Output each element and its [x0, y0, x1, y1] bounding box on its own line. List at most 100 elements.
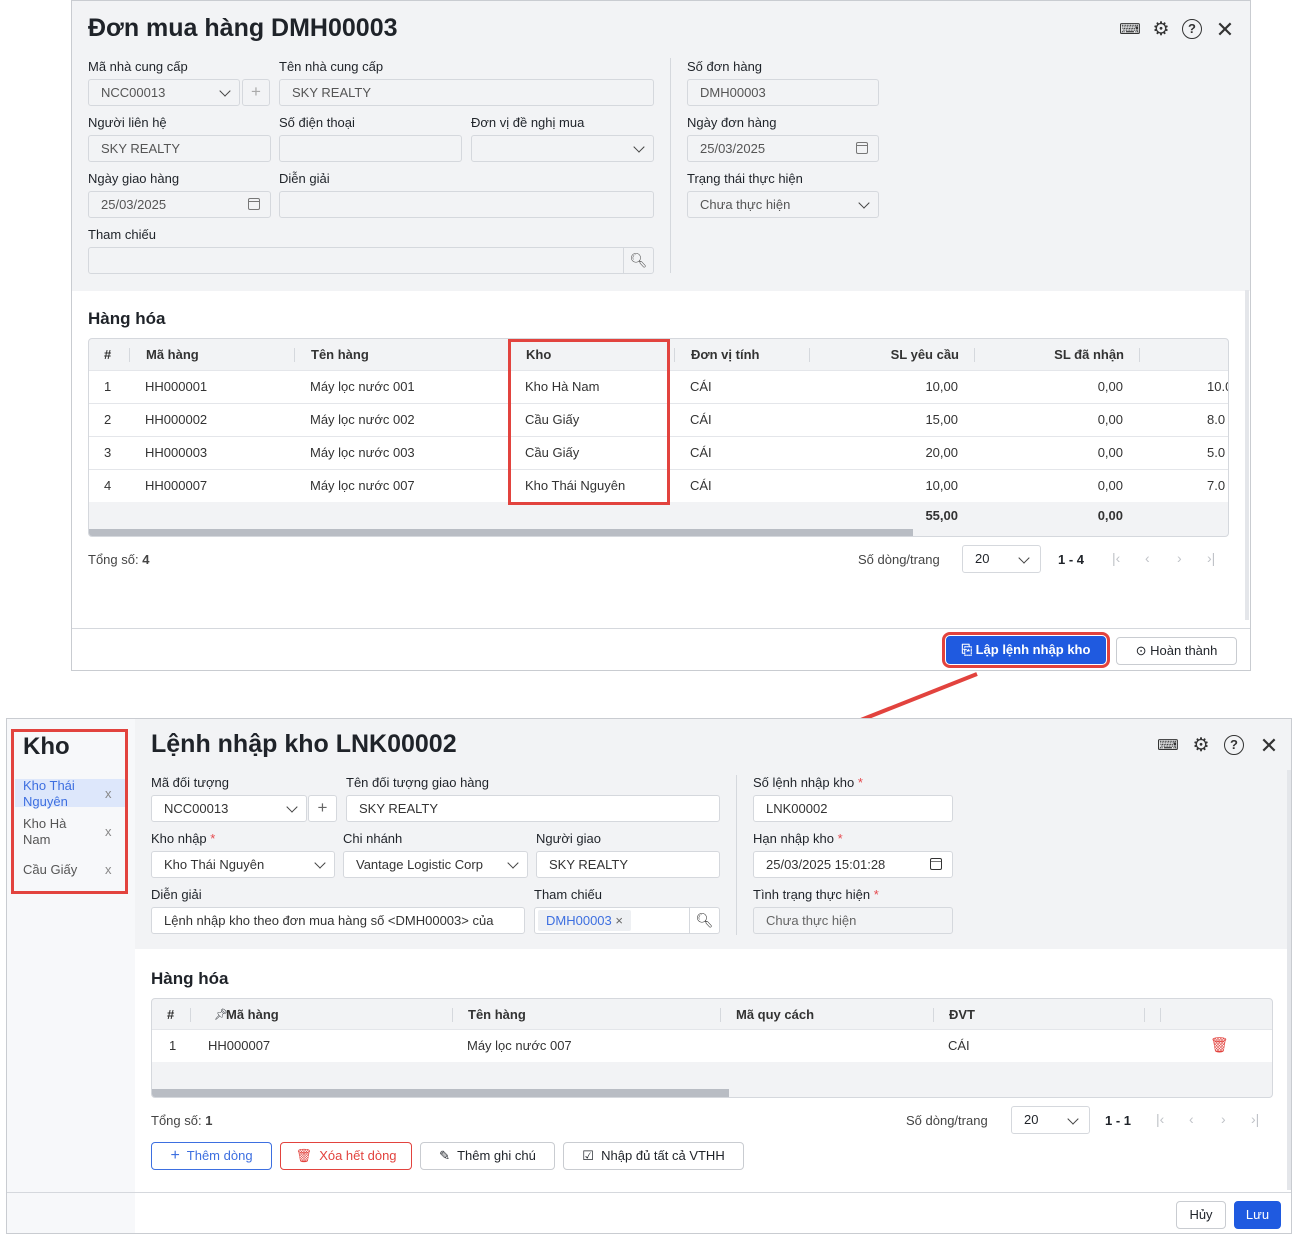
column-header-name[interactable]: Tên hàng [468, 999, 526, 1030]
help-icon[interactable]: ? [1182, 19, 1202, 39]
remove-icon[interactable]: x [105, 824, 112, 839]
order-date-field[interactable]: 25/03/2025 [687, 135, 879, 162]
sidebar-item-cau-giay[interactable]: Cầu Giấy [23, 862, 77, 877]
reference-field[interactable]: DMH00003 × 🔍︎ [534, 907, 720, 934]
column-header-name[interactable]: Tên hàng [311, 339, 369, 370]
cell-extra[interactable]: 7.0 [1207, 470, 1225, 502]
page-size-select[interactable]: 20 [1011, 1106, 1090, 1134]
cell-code[interactable]: HH000007 [145, 470, 207, 502]
warehouse-select[interactable]: Kho Thái Nguyên [151, 851, 335, 878]
remove-tag-icon[interactable]: × [615, 913, 623, 928]
column-header-qty-received[interactable]: SL đã nhận [974, 339, 1124, 370]
description-field[interactable] [279, 191, 654, 218]
keyboard-icon[interactable]: ⌨ [1157, 735, 1179, 757]
sidebar-item-kho-thai-nguyen[interactable]: Kho Thái Nguyên [23, 778, 85, 810]
gear-icon[interactable]: ⚙ [1190, 735, 1212, 757]
remove-icon[interactable]: x [105, 786, 112, 801]
search-icon[interactable]: 🔍︎ [689, 908, 719, 933]
cell-qty-requested[interactable]: 20,00 [809, 437, 958, 469]
cell-unit[interactable]: CÁI [690, 371, 712, 403]
branch-select[interactable]: Vantage Logistic Corp [343, 851, 528, 878]
cell-code[interactable]: HH000007 [208, 1030, 270, 1062]
delivery-date-value: 25/03/2025 [101, 197, 167, 212]
prev-page-icon[interactable]: ‹ [1145, 550, 1150, 566]
supplier-code-select[interactable]: NCC00013 [88, 79, 240, 106]
column-header-unit[interactable]: ĐVT [949, 999, 975, 1030]
close-icon[interactable]: ✕ [1258, 735, 1280, 757]
complete-button[interactable]: ⊙ Hoàn thành [1116, 637, 1237, 665]
sidebar-item-kho-ha-nam[interactable]: Kho Hà Nam [23, 816, 73, 848]
cell-code[interactable]: HH000002 [145, 404, 207, 436]
scrollbar[interactable] [1287, 770, 1291, 1190]
cancel-button[interactable]: Hủy [1176, 1201, 1226, 1229]
column-header-code[interactable]: Mã hàng [146, 339, 199, 370]
last-page-icon[interactable]: ›| [1207, 550, 1215, 566]
help-icon[interactable]: ? [1224, 735, 1244, 755]
fill-all-button[interactable]: ☑ Nhập đủ tất cả VTHH [563, 1142, 744, 1170]
cell-unit[interactable]: CÁI [690, 404, 712, 436]
cell-code[interactable]: HH000001 [145, 371, 207, 403]
cell-qty-received[interactable]: 0,00 [974, 404, 1123, 436]
cell-unit[interactable]: CÁI [690, 437, 712, 469]
cell-qty-requested[interactable]: 15,00 [809, 404, 958, 436]
requesting-unit-select[interactable] [471, 135, 654, 162]
cell-qty-requested[interactable]: 10,00 [809, 470, 958, 502]
add-supplier-button[interactable]: + [242, 79, 270, 106]
cell-qty-received[interactable]: 0,00 [974, 437, 1123, 469]
remove-icon[interactable]: x [105, 862, 112, 877]
column-header-code[interactable]: Mã hàng [226, 999, 279, 1030]
next-page-icon[interactable]: › [1221, 1111, 1226, 1127]
delete-all-rows-button[interactable]: 🗑︎ Xóa hết dòng [280, 1142, 412, 1170]
cell-qty-requested[interactable]: 10,00 [809, 371, 958, 403]
close-icon[interactable]: ✕ [1214, 19, 1236, 41]
receipt-no-field[interactable]: LNK00002 [753, 795, 953, 822]
cell-qty-received[interactable]: 0,00 [974, 371, 1123, 403]
search-icon[interactable]: 🔍︎ [623, 248, 653, 273]
add-row-button[interactable]: + Thêm dòng [151, 1142, 272, 1170]
cell-qty-received[interactable]: 0,00 [974, 470, 1123, 502]
scrollbar[interactable] [1245, 290, 1249, 620]
delivery-date-field[interactable]: 25/03/2025 [88, 191, 271, 218]
supplier-name-field[interactable]: SKY REALTY [279, 79, 654, 106]
object-code-select[interactable]: NCC00013 [151, 795, 307, 822]
cell-extra[interactable]: 10.0 [1207, 371, 1228, 403]
cell-name[interactable]: Máy lọc nước 001 [310, 371, 415, 403]
order-no-field[interactable]: DMH00003 [687, 79, 879, 106]
cell-name[interactable]: Máy lọc nước 003 [310, 437, 415, 469]
column-header-spec[interactable]: Mã quy cách [736, 999, 814, 1030]
next-page-icon[interactable]: › [1177, 550, 1182, 566]
cell-extra[interactable]: 5.0 [1207, 437, 1225, 469]
cell-name[interactable]: Máy lọc nước 007 [310, 470, 415, 502]
cell-extra[interactable]: 8.0 [1207, 404, 1225, 436]
column-header-unit[interactable]: Đơn vị tính [691, 339, 759, 370]
cell-code[interactable]: HH000003 [145, 437, 207, 469]
cell-name[interactable]: Máy lọc nước 002 [310, 404, 415, 436]
object-name-field[interactable]: SKY REALTY [346, 795, 720, 822]
description-field[interactable]: Lệnh nhập kho theo đơn mua hàng số <DMH0… [151, 907, 525, 934]
column-header-qty-requested[interactable]: SL yêu cầu [809, 339, 959, 370]
deliverer-field[interactable]: SKY REALTY [536, 851, 720, 878]
status-select[interactable]: Chưa thực hiện [687, 191, 879, 218]
add-note-button[interactable]: ✎ Thêm ghi chú [420, 1142, 555, 1170]
last-page-icon[interactable]: ›| [1251, 1111, 1259, 1127]
deadline-field[interactable]: 25/03/2025 15:01:28 [753, 851, 953, 878]
prev-page-icon[interactable]: ‹ [1189, 1111, 1194, 1127]
phone-field[interactable] [279, 135, 462, 162]
first-page-icon[interactable]: |‹ [1156, 1111, 1164, 1127]
trash-icon[interactable]: 🗑︎ [1210, 1030, 1229, 1062]
cell-name[interactable]: Máy lọc nước 007 [467, 1030, 572, 1062]
save-button[interactable]: Lưu [1234, 1201, 1281, 1229]
page-size-select[interactable]: 20 [962, 545, 1041, 573]
cell-unit[interactable]: CÁI [690, 470, 712, 502]
contact-field[interactable]: SKY REALTY [88, 135, 271, 162]
table-row[interactable]: 1 HH000007 Máy lọc nước 007 CÁI 🗑︎ [152, 1029, 1272, 1062]
horizontal-scrollbar[interactable] [89, 529, 913, 536]
first-page-icon[interactable]: |‹ [1112, 550, 1120, 566]
add-object-button[interactable]: + [308, 795, 337, 822]
gear-icon[interactable]: ⚙ [1150, 19, 1172, 41]
keyboard-icon[interactable]: ⌨ [1119, 19, 1141, 41]
cell-unit[interactable]: CÁI [948, 1030, 970, 1062]
horizontal-scrollbar[interactable] [152, 1089, 729, 1097]
reference-field[interactable]: 🔍︎ [88, 247, 654, 274]
create-receipt-button[interactable]: ⎘ Lập lệnh nhập kho [942, 632, 1110, 668]
